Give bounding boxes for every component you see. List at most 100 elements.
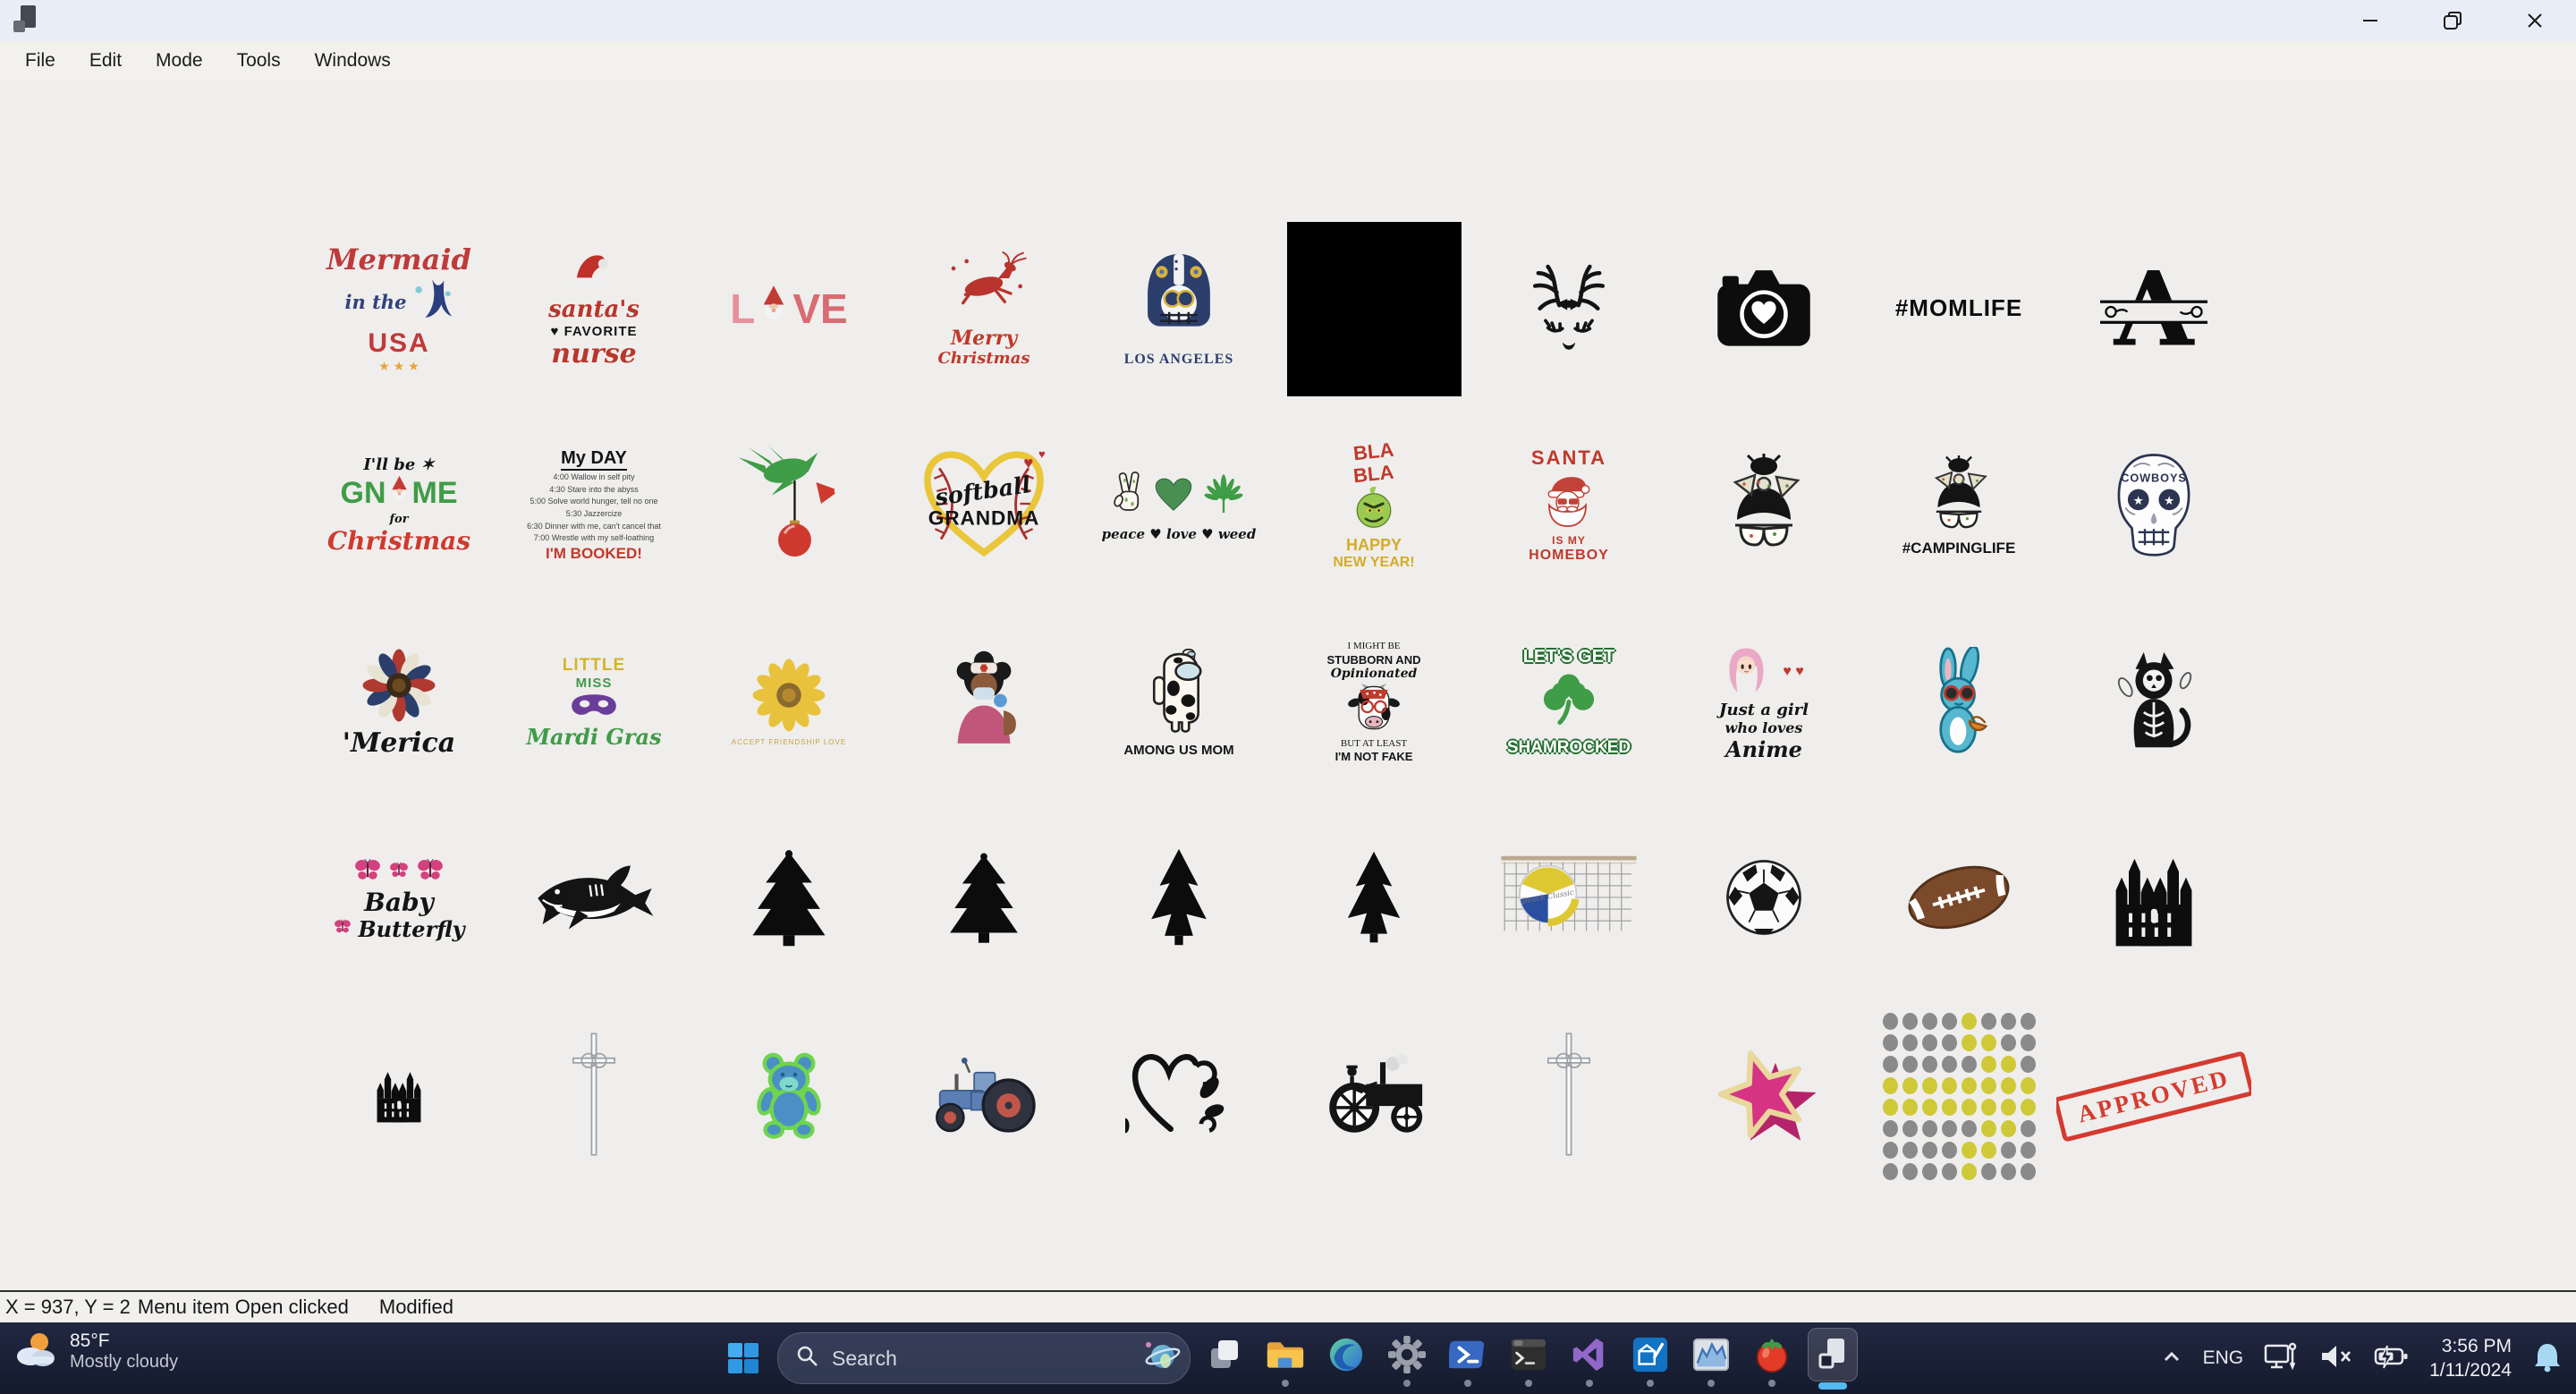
design-christmas-tree-silhouette-2[interactable] — [886, 801, 1081, 998]
taskbar-app-package-app[interactable] — [1623, 1330, 1677, 1387]
taskbar-app-terminal[interactable] — [1502, 1330, 1555, 1387]
design-dabbing-bunny-sunglasses[interactable] — [1861, 604, 2056, 801]
design-volleyball-over-net[interactable]: Beach Classic — [1471, 801, 1666, 998]
design-approved-stamp[interactable]: APPROVED — [2056, 998, 2251, 1194]
design-tractor-blue[interactable] — [886, 998, 1081, 1194]
design-temple-silhouette-large[interactable] — [2056, 801, 2251, 998]
folder-icon — [1266, 1330, 1305, 1379]
design-pine-tree-silhouette-1[interactable] — [1081, 801, 1276, 998]
design-text: AMONG US MOM — [1123, 744, 1233, 758]
temple-graphic — [2107, 840, 2200, 959]
design-cross-survey-marker-1[interactable] — [496, 998, 691, 1194]
design-among-us-mom[interactable]: AMONG US MOM — [1081, 604, 1276, 801]
design-dot-grid-pattern[interactable] — [1861, 998, 2056, 1194]
status-message: Menu item Open clicked — [138, 1296, 349, 1319]
design-my-day-im-booked[interactable]: My DAY4:00 Wallow in self pity4:30 Stare… — [496, 407, 691, 604]
design-text: #MOMLIFE — [1895, 296, 2022, 320]
design-football[interactable] — [1861, 801, 2056, 998]
design-mermaid-in-the-usa[interactable]: Mermaidin theUSA★ ★ ★ — [301, 210, 496, 407]
design-momlife[interactable]: #MOMLIFE — [1861, 210, 2056, 407]
design-merica-sunflower[interactable]: 'Merica — [301, 604, 496, 801]
taskbar-app-performance-monitor[interactable] — [1684, 1330, 1738, 1387]
clover-graphic — [1537, 668, 1601, 737]
design-santas-favorite-nurse[interactable]: santa's♥ FAVORITEnurse — [496, 210, 691, 407]
taskbar-app-pomodoro-timer[interactable] — [1745, 1330, 1799, 1387]
design-shark[interactable] — [496, 801, 691, 998]
design-love-gnome[interactable]: LVE — [691, 210, 886, 407]
design-bla-bla-grinch-new-year[interactable]: BLABLAHAPPYNEW YEAR! — [1276, 407, 1471, 604]
design-text: ♥ FAVORITE — [551, 325, 638, 339]
design-baby-butterfly[interactable]: BabyButterfly — [301, 801, 496, 998]
design-just-a-girl-who-loves-anime[interactable]: ♥ ♥Just a girlwho lovesAnime — [1666, 604, 1861, 801]
start-button[interactable] — [716, 1334, 770, 1382]
menu-item-file[interactable]: File — [25, 50, 55, 72]
taskbar-app-design-app[interactable] — [1806, 1328, 1860, 1390]
design-los-angeles-skull-helmet[interactable]: LOS ANGELES — [1081, 210, 1276, 407]
gear-icon — [1388, 1330, 1426, 1379]
design-reindeer-face-bow[interactable] — [1471, 210, 1666, 407]
magnifier-icon — [796, 1345, 819, 1373]
menu-item-windows[interactable]: Windows — [315, 50, 391, 72]
menu-item-mode[interactable]: Mode — [156, 50, 203, 72]
svg-text:★: ★ — [2164, 493, 2174, 506]
hidden-icons-chevron[interactable] — [2160, 1346, 2183, 1372]
design-christmas-tree-silhouette-1[interactable] — [691, 801, 886, 998]
running-indicator — [1647, 1380, 1654, 1387]
cowface-graphic — [1346, 683, 1402, 737]
design-cross-survey-marker-2[interactable] — [1471, 998, 1666, 1194]
taskbar-app-powershell[interactable] — [1441, 1330, 1495, 1387]
design-merry-christmas-reindeer[interactable]: MerryChristmas — [886, 210, 1081, 407]
display-pen-icon[interactable] — [2263, 1341, 2299, 1376]
design-messy-bun-christmas[interactable] — [1666, 407, 1861, 604]
menu-item-tools[interactable]: Tools — [237, 50, 281, 72]
design-row — [352, 858, 445, 888]
design-gnome-for-christmas[interactable]: I'll be ✶GNMEforChristmas — [301, 407, 496, 604]
design-text: 4:30 Stare into the abyss — [549, 485, 639, 496]
filled-square-graphic — [1287, 222, 1462, 396]
design-sunflower-faint[interactable]: ACCEPT FRIENDSHIP LOVE — [691, 604, 886, 801]
design-soccer-ball[interactable] — [1666, 801, 1861, 998]
taskbar-app-visual-studio[interactable] — [1563, 1330, 1616, 1387]
status-bar: X = 937, Y = 2 Menu item Open clicked Mo… — [0, 1290, 2576, 1322]
approved-stamp-graphic: APPROVED — [2056, 1050, 2251, 1143]
design-cowboys-sugar-skull[interactable]: COWBOYS★★ — [2056, 407, 2251, 604]
design-camera-heart[interactable] — [1666, 210, 1861, 407]
menu-item-edit[interactable]: Edit — [89, 50, 122, 72]
design-pine-tree-silhouette-2[interactable] — [1276, 801, 1471, 998]
design-text: ME — [412, 478, 458, 510]
design-temple-silhouette-small[interactable] — [301, 998, 496, 1194]
design-tribal-heart-flourish[interactable] — [1081, 998, 1276, 1194]
design-text: MISS — [576, 676, 613, 691]
taskbar-app-microsoft-edge[interactable] — [1319, 1330, 1373, 1387]
design-pink-star[interactable] — [1666, 998, 1861, 1194]
battery-charging-icon[interactable] — [2374, 1343, 2410, 1374]
design-black-square[interactable] — [1276, 210, 1471, 407]
design-softball-grandma[interactable]: softballGRANDMA♥♥ — [886, 407, 1081, 604]
search-input[interactable]: Search — [777, 1332, 1191, 1384]
restore-button[interactable] — [2411, 0, 2494, 41]
language-indicator[interactable]: ENG — [2203, 1347, 2244, 1369]
clock[interactable]: 3:56 PM 1/11/2024 — [2429, 1334, 2512, 1383]
volume-muted-icon[interactable] — [2318, 1341, 2354, 1376]
notification-bell-icon[interactable] — [2531, 1340, 2563, 1377]
design-grinch-hand-ornament[interactable] — [691, 407, 886, 604]
design-teddy-bear-blue-green[interactable] — [691, 998, 886, 1194]
design-campinglife-messy-bun[interactable]: #CAMPINGLIFE — [1861, 407, 2056, 604]
design-santa-is-my-homeboy[interactable]: SANTAIS MYHOMEBOY — [1471, 407, 1666, 604]
design-split-monogram-a[interactable]: A — [2056, 210, 2251, 407]
design-vintage-tractor[interactable] — [1276, 998, 1471, 1194]
design-peace-love-weed[interactable]: peace ♥ love ♥ weed — [1081, 407, 1276, 604]
design-lets-get-shamrocked[interactable]: LET'S GETSHAMROCKED — [1471, 604, 1666, 801]
close-button[interactable] — [2494, 0, 2576, 41]
taskbar-app-settings[interactable] — [1380, 1330, 1434, 1387]
taskbar-app-file-explorer[interactable] — [1258, 1330, 1312, 1387]
design-skeleton-cat[interactable] — [2056, 604, 2251, 801]
tomato-icon — [1753, 1330, 1791, 1379]
design-little-miss-mardi-gras[interactable]: LITTLEMISSMardi Gras — [496, 604, 691, 801]
design-text: 'Merica — [343, 729, 455, 758]
minimize-button[interactable] — [2329, 0, 2411, 41]
taskbar-app-task-view[interactable] — [1198, 1330, 1251, 1387]
weather-widget[interactable]: 85°F Mostly cloudy — [13, 1330, 178, 1373]
design-nurse-strong[interactable] — [886, 604, 1081, 801]
design-stubborn-cow[interactable]: I MIGHT BESTUBBORN ANDOpinionatedBUT AT … — [1276, 604, 1471, 801]
